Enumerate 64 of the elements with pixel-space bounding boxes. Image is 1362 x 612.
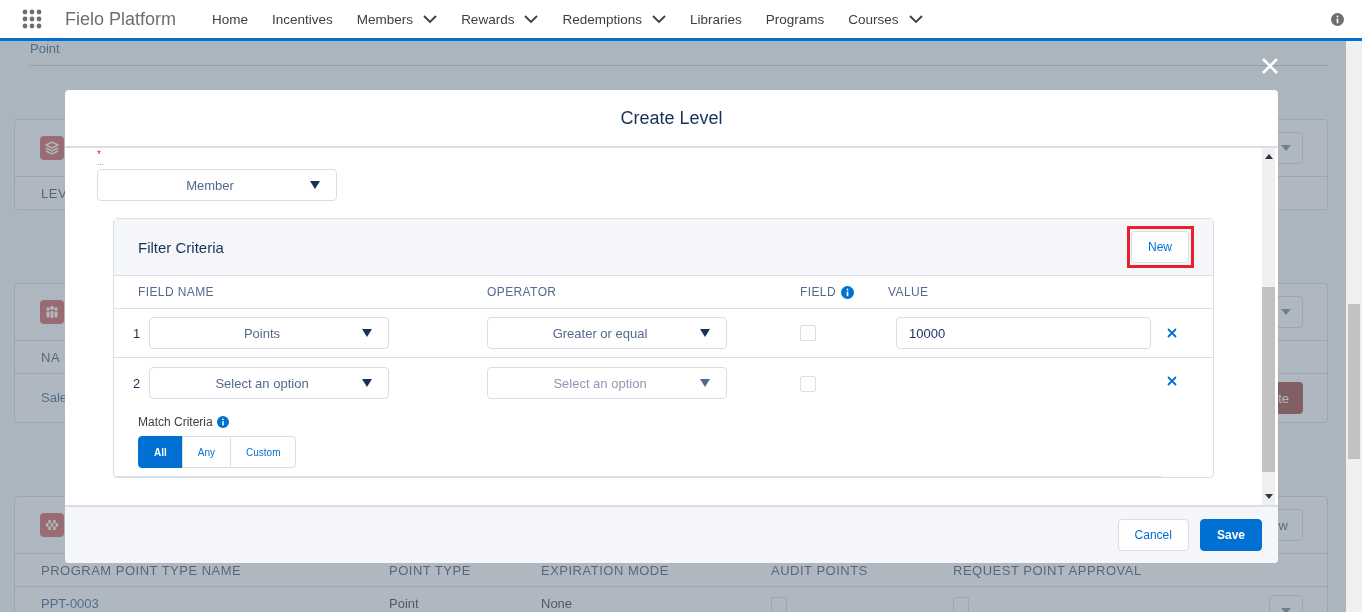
caret-down-icon — [1280, 308, 1292, 316]
chevron-down-icon[interactable] — [524, 14, 539, 24]
checkbox[interactable] — [800, 325, 816, 341]
nav-tab[interactable]: Libraries — [689, 11, 742, 27]
chevron-down-icon[interactable] — [651, 14, 666, 24]
field-select[interactable]: Points — [149, 317, 389, 349]
nav-tab[interactable]: Home — [212, 11, 249, 27]
dialog-title: Create Level — [620, 107, 723, 129]
column-header: AUDIT POINTS — [771, 563, 868, 578]
table-cell: None — [541, 596, 573, 611]
field-select[interactable]: Select an option — [149, 367, 389, 399]
nav-tab[interactable]: Rewards — [461, 11, 515, 27]
scrollbar[interactable] — [1262, 148, 1275, 505]
nav-tab[interactable]: Members — [356, 11, 414, 27]
column-header: PROGRAM POINT TYPE NAME — [41, 563, 242, 578]
column-header: VALUE — [888, 285, 930, 299]
caret-down-icon — [700, 329, 710, 337]
match-option-button[interactable]: Any — [181, 436, 231, 468]
column-header: NA — [41, 350, 61, 365]
info-icon[interactable] — [216, 416, 229, 428]
nav-tab[interactable]: Courses — [848, 11, 899, 27]
app-launcher-icon[interactable] — [22, 9, 42, 29]
match-criteria-label: Match Criteria — [138, 415, 213, 429]
column-header: EXPIRATION MODE — [541, 563, 669, 578]
new-button[interactable]: New — [1131, 231, 1189, 263]
caret-down-icon — [362, 329, 372, 337]
match-option-button[interactable]: All — [138, 436, 183, 468]
cancel-button[interactable]: Cancel — [1117, 519, 1189, 551]
panel-title: Filter Criteria — [138, 238, 224, 256]
column-header: FIELD NAME — [137, 285, 215, 299]
app-title: Fielo Platform — [65, 8, 177, 30]
column-header: OPERATOR — [487, 285, 558, 299]
column-header: FIELD — [800, 285, 836, 299]
column-header: REQUEST POINT APPROVAL — [953, 563, 1142, 578]
scroll-up-icon[interactable] — [1264, 154, 1273, 159]
nav-tab[interactable]: Programs — [765, 11, 825, 27]
required-mark: * — [97, 150, 102, 159]
table-cell: Point — [389, 596, 419, 611]
field-label: ... — [97, 159, 104, 169]
chevron-down-icon[interactable] — [908, 14, 923, 24]
caret-down-icon — [1280, 144, 1292, 152]
info-icon[interactable] — [1331, 13, 1344, 26]
value-input[interactable]: 10000 — [896, 317, 1151, 349]
remove-icon[interactable] — [1167, 376, 1177, 386]
caret-down-icon — [362, 379, 372, 387]
save-button[interactable]: Save — [1199, 519, 1262, 551]
object-select[interactable]: Member — [97, 169, 337, 201]
info-icon[interactable] — [841, 285, 854, 299]
row-number: 1 — [133, 325, 142, 341]
operator-select[interactable]: Greater or equal — [487, 317, 727, 349]
chevron-down-icon[interactable] — [423, 14, 438, 24]
nav-tab[interactable]: Incentives — [272, 11, 333, 27]
scrollbar[interactable] — [1346, 41, 1362, 612]
checkbox[interactable] — [800, 376, 816, 392]
column-header: LEV — [41, 186, 68, 201]
nav-tab[interactable]: Redemptions — [562, 11, 642, 27]
caret-down-icon — [310, 181, 320, 189]
remove-icon[interactable] — [1167, 328, 1177, 338]
caret-down-icon — [700, 379, 710, 387]
close-icon[interactable] — [1261, 57, 1279, 75]
scroll-down-icon[interactable] — [1264, 494, 1273, 499]
match-option-button[interactable]: Custom — [230, 436, 297, 468]
column-header: POINT TYPE — [389, 563, 471, 578]
row-number: 2 — [133, 376, 142, 391]
